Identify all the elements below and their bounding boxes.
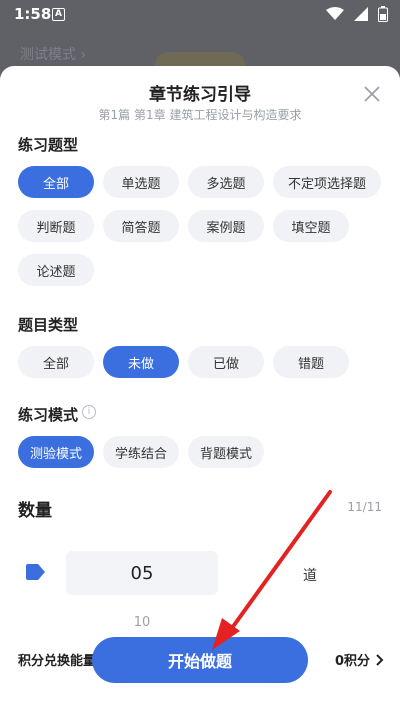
info-icon[interactable]: i xyxy=(82,405,96,419)
sheet-subtitle: 第1篇 第1章 建筑工程设计与构造要求 xyxy=(98,108,302,122)
notification-icon: A xyxy=(52,8,65,21)
practice-guide-sheet: 章节练习引导 第1篇 第1章 建筑工程设计与构造要求 练习题型 全部 单选题 多… xyxy=(0,66,400,710)
battery-icon xyxy=(378,6,388,22)
start-practice-button[interactable]: 开始做题 xyxy=(92,637,308,683)
signal-icon xyxy=(354,7,368,21)
status-icons xyxy=(326,6,388,22)
points-link[interactable]: 0积分 xyxy=(335,650,384,669)
count-unit: 道 xyxy=(303,568,317,584)
tag-icon xyxy=(26,564,45,580)
sheet-title: 章节练习引导 xyxy=(149,85,251,105)
question-type-option[interactable]: 判断题 xyxy=(18,210,94,242)
question-type-option[interactable]: 案例题 xyxy=(188,210,264,242)
question-type-option[interactable]: 论述题 xyxy=(18,254,94,286)
item-type-option[interactable]: 未做 xyxy=(103,346,179,378)
question-type-option[interactable]: 填空题 xyxy=(273,210,349,242)
question-type-option[interactable]: 全部 xyxy=(18,166,94,198)
count-total: 11/11 xyxy=(347,500,382,514)
status-time: 1:58 xyxy=(14,5,52,23)
question-type-option[interactable]: 多选题 xyxy=(188,166,264,198)
points-value: 0积分 xyxy=(334,654,370,669)
close-icon[interactable] xyxy=(360,82,384,106)
mode-option[interactable]: 背题模式 xyxy=(188,436,264,468)
question-type-title: 练习题型 xyxy=(18,136,79,154)
count-title: 数量 xyxy=(18,501,52,521)
question-type-option[interactable]: 不定项选择题 xyxy=(273,166,381,198)
points-exchange-label[interactable]: 积分兑换能量 xyxy=(18,650,96,669)
chevron-right-icon xyxy=(376,653,384,666)
background-page-header: 测试模式 › xyxy=(0,30,400,78)
item-type-option[interactable]: 已做 xyxy=(188,346,264,378)
mode-option[interactable]: 学练结合 xyxy=(103,436,179,468)
item-type-option[interactable]: 全部 xyxy=(18,346,94,378)
status-bar: 1:58 A xyxy=(0,0,400,30)
item-type-title: 题目类型 xyxy=(18,316,79,334)
question-type-option[interactable]: 单选题 xyxy=(103,166,179,198)
mode-option[interactable]: 测验模式 xyxy=(18,436,94,468)
background-title: 测试模式 › xyxy=(20,47,87,63)
count-picker-selected[interactable]: 05 xyxy=(66,551,218,595)
item-type-option[interactable]: 错题 xyxy=(273,346,349,378)
question-type-option[interactable]: 简答题 xyxy=(103,210,179,242)
count-picker-next[interactable]: 10 xyxy=(66,615,218,630)
wifi-icon xyxy=(326,7,344,20)
mode-title: 练习模式 xyxy=(18,406,79,424)
